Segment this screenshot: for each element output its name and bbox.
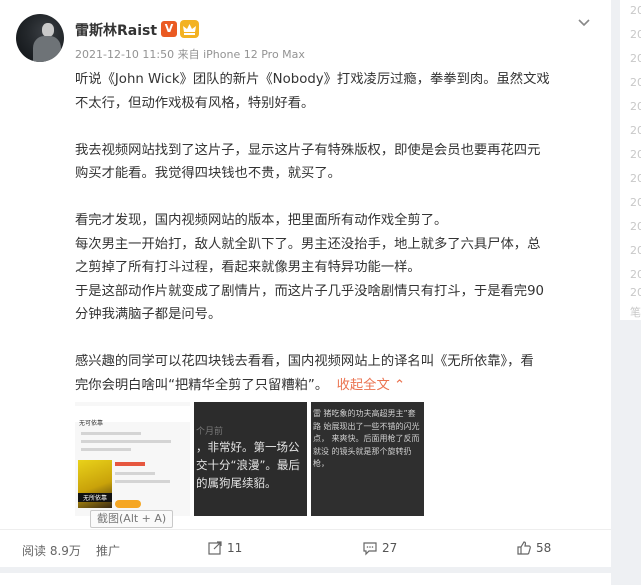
thumb-line bbox=[81, 448, 131, 451]
poster-label: 无所依靠 bbox=[78, 493, 112, 502]
sidebar-item[interactable]: 20 bbox=[630, 244, 641, 257]
sidebar-item[interactable]: 20 bbox=[630, 76, 641, 89]
username[interactable]: 雷斯林Raist bbox=[75, 20, 157, 40]
thumb-faint-text: 个月前 bbox=[196, 427, 224, 437]
promote-link[interactable]: 推广 bbox=[96, 542, 120, 559]
thumb-text: 雷 猪吃象的功夫高超男主”套路 始展现出了一些不错的闪光点， 来爽快。后面用枪了… bbox=[313, 409, 420, 468]
repost-icon bbox=[207, 540, 223, 556]
thumb-line bbox=[115, 480, 170, 483]
post-line: 购买才能看。我觉得四块钱也不贵，就买了。 bbox=[75, 166, 341, 181]
post-line: 分钟我满脑子都是问号。 bbox=[75, 307, 222, 322]
like-button[interactable]: 58 bbox=[516, 540, 551, 556]
comment-button[interactable]: 27 bbox=[362, 540, 397, 556]
sidebar-item[interactable]: 20 bbox=[630, 124, 641, 137]
avatar-body bbox=[33, 36, 61, 62]
sidebar-item[interactable]: 笔 bbox=[630, 304, 641, 320]
thumb-buy-button bbox=[115, 500, 141, 508]
sidebar-item[interactable]: 20 bbox=[630, 172, 641, 185]
post-body: 听说《John Wick》团队的新片《Nobody》打戏凌厉过瘾，拳拳到肉。虽然… bbox=[75, 68, 595, 397]
chevron-down-icon[interactable] bbox=[575, 14, 593, 32]
post-line: 之剪掉了所有打斗过程，看起来就像男主有特异功能一样。 bbox=[75, 260, 421, 275]
sidebar-item[interactable]: 20 bbox=[630, 268, 641, 281]
collapse-text-link[interactable]: 收起全文 ⌃ bbox=[337, 378, 406, 393]
movie-poster: 无所依靠 bbox=[78, 460, 112, 508]
repost-count: 11 bbox=[227, 541, 243, 555]
avatar[interactable] bbox=[16, 14, 64, 62]
post-line: 听说《John Wick》团队的新片《Nobody》打戏凌厉过瘾，拳拳到肉。虽然… bbox=[75, 72, 550, 87]
repost-button[interactable]: 11 bbox=[207, 540, 242, 556]
like-count: 58 bbox=[536, 541, 552, 555]
comment-icon bbox=[362, 540, 378, 556]
like-icon bbox=[516, 540, 532, 556]
sidebar-item[interactable]: 20 bbox=[630, 220, 641, 233]
v-verified-badge[interactable]: V bbox=[161, 21, 177, 37]
thumb-line bbox=[115, 472, 155, 475]
post-line: 于是这部动作片就变成了剧情片，而这片子几乎没啥剧情只有打斗，于是看完90 bbox=[75, 283, 545, 299]
post-line-text: 完你会明白啥叫“把精华全剪了只留糟粕”。 bbox=[75, 377, 329, 393]
next-card-edge bbox=[0, 573, 611, 585]
sidebar-item[interactable]: 20 bbox=[630, 52, 641, 65]
post-last-line: 完你会明白啥叫“把精华全剪了只留糟粕”。 收起全文 ⌃ bbox=[75, 374, 595, 398]
post-line: 每次男主一开始打，敌人就全趴下了。男主还没抬手，地上就多了六具尸体，总 bbox=[75, 236, 541, 252]
read-count: 阅读 8.9万 bbox=[22, 544, 81, 558]
chevron-up-icon: ⌃ bbox=[394, 377, 406, 393]
avatar-face bbox=[42, 23, 54, 37]
thumb-line bbox=[81, 440, 171, 443]
post-line: 看完才发现，国内视频网站的版本，把里面所有动作戏全剪了。 bbox=[75, 213, 448, 228]
thumb-accent-line bbox=[115, 462, 145, 466]
thumb-line bbox=[81, 432, 141, 435]
thumb-title: 无可依靠 bbox=[79, 420, 104, 427]
sidebar-item[interactable]: 20 bbox=[630, 148, 641, 161]
right-sidebar: 20 20 20 20 20 20 20 20 20 20 20 20 20 笔 bbox=[620, 0, 641, 320]
image-thumbnail-1[interactable]: 无可依靠 无所依靠 bbox=[75, 402, 190, 516]
sidebar-item[interactable]: 20 bbox=[630, 286, 641, 299]
action-bar: 阅读 8.9万 推广 11 27 58 bbox=[0, 529, 611, 568]
post-line: 我去视频网站找到了这片子，显示这片子有特殊版权，即使是会员也要再花四元 bbox=[75, 142, 541, 158]
collapse-label: 收起全文 bbox=[336, 377, 390, 393]
post-line: 不太行，但动作戏极有风格，特别好看。 bbox=[75, 95, 315, 111]
image-thumbnail-3[interactable]: 雷 猪吃象的功夫高超男主”套路 始展现出了一些不错的闪光点， 来爽快。后面用枪了… bbox=[311, 402, 424, 516]
crown-icon[interactable] bbox=[180, 20, 199, 38]
sidebar-item[interactable]: 20 bbox=[630, 4, 641, 17]
sidebar-item[interactable]: 20 bbox=[630, 100, 641, 113]
thumb-text: ，非常好。第一场公交十分“浪漫”。最后的属狗尾续貂。 bbox=[196, 440, 300, 490]
image-thumbnail-2[interactable]: 个月前 ，非常好。第一场公交十分“浪漫”。最后的属狗尾续貂。 bbox=[194, 402, 307, 516]
comment-count: 27 bbox=[382, 541, 398, 555]
screenshot-tooltip: 截图(Alt + A) bbox=[90, 510, 174, 528]
sidebar-item[interactable]: 20 bbox=[630, 28, 641, 41]
sidebar-item[interactable]: 20 bbox=[630, 196, 641, 209]
weibo-post-card: 雷斯林Raist V 2021-12-10 11:50 来自 iPhone 12… bbox=[0, 0, 611, 567]
post-meta[interactable]: 2021-12-10 11:50 来自 iPhone 12 Pro Max bbox=[75, 46, 305, 62]
post-line: 感兴趣的同学可以花四块钱去看看，国内视频网站上的译名叫《无所依靠》，看 bbox=[75, 354, 534, 369]
